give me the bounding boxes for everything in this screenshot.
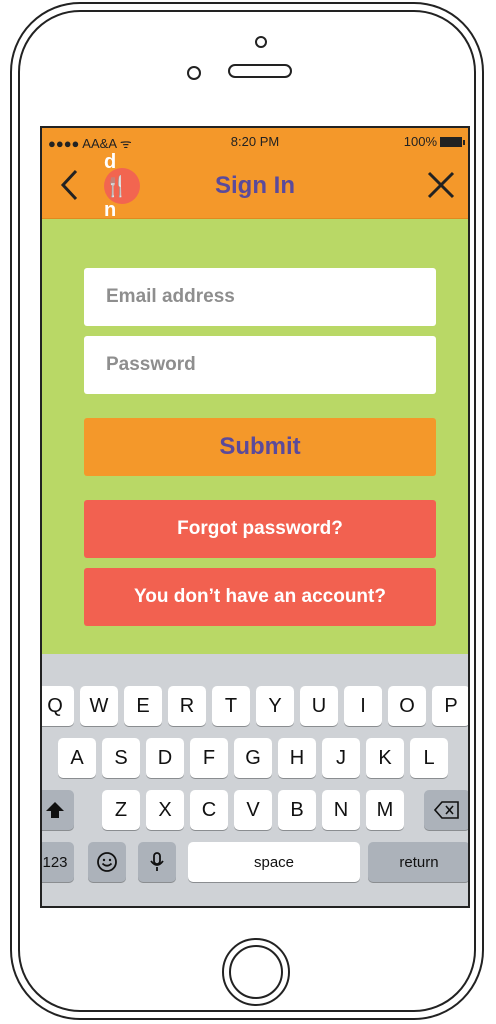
key-s[interactable]: S [102, 738, 140, 778]
key-r[interactable]: R [168, 686, 206, 726]
backspace-icon [434, 801, 459, 819]
submit-button[interactable]: Submit [84, 418, 436, 476]
key-m[interactable]: M [366, 790, 404, 830]
shift-icon [46, 802, 64, 818]
delete-key[interactable] [424, 790, 468, 830]
front-camera [255, 36, 267, 48]
key-p[interactable]: P [432, 686, 468, 726]
forgot-password-button[interactable]: Forgot password? [84, 500, 436, 558]
key-f[interactable]: F [190, 738, 228, 778]
key-c[interactable]: C [190, 790, 228, 830]
key-j[interactable]: J [322, 738, 360, 778]
key-e[interactable]: E [124, 686, 162, 726]
smiley-icon [97, 852, 117, 872]
earpiece-speaker [228, 64, 292, 78]
key-u[interactable]: U [300, 686, 338, 726]
home-button[interactable] [222, 938, 290, 1006]
numbers-key[interactable]: 123 [42, 842, 74, 882]
return-key[interactable]: return [368, 842, 468, 882]
onscreen-keyboard: 123 space return Q W E R T Y U I O P A S… [42, 654, 468, 906]
close-icon[interactable] [426, 170, 456, 200]
key-a[interactable]: A [58, 738, 96, 778]
shift-key[interactable] [42, 790, 74, 830]
key-w[interactable]: W [80, 686, 118, 726]
battery-status: 100% [403, 134, 465, 149]
nav-bar: d🍴n Sign In [42, 151, 468, 221]
key-h[interactable]: H [278, 738, 316, 778]
key-x[interactable]: X [146, 790, 184, 830]
screen: ●●●● AA&A ᯤ 8:20 PM 100% d🍴n Sign In Sub… [40, 126, 470, 908]
password-field[interactable] [84, 336, 436, 394]
key-d[interactable]: D [146, 738, 184, 778]
microphone-icon [150, 852, 164, 871]
dictation-key[interactable] [138, 842, 176, 882]
key-g[interactable]: G [234, 738, 272, 778]
space-key[interactable]: space [188, 842, 360, 882]
emoji-key[interactable] [88, 842, 126, 882]
create-account-button[interactable]: You don’t have an account? [84, 568, 436, 626]
email-field[interactable] [84, 268, 436, 326]
key-y[interactable]: Y [256, 686, 294, 726]
key-v[interactable]: V [234, 790, 272, 830]
battery-icon [440, 136, 465, 147]
key-i[interactable]: I [344, 686, 382, 726]
key-t[interactable]: T [212, 686, 250, 726]
page-title: Sign In [215, 172, 295, 199]
key-z[interactable]: Z [102, 790, 140, 830]
battery-percent: 100% [403, 134, 437, 149]
key-n[interactable]: N [322, 790, 360, 830]
key-k[interactable]: K [366, 738, 404, 778]
key-q[interactable]: Q [42, 686, 74, 726]
proximity-sensor [187, 66, 201, 80]
key-b[interactable]: B [278, 790, 316, 830]
key-l[interactable]: L [410, 738, 448, 778]
key-o[interactable]: O [388, 686, 426, 726]
